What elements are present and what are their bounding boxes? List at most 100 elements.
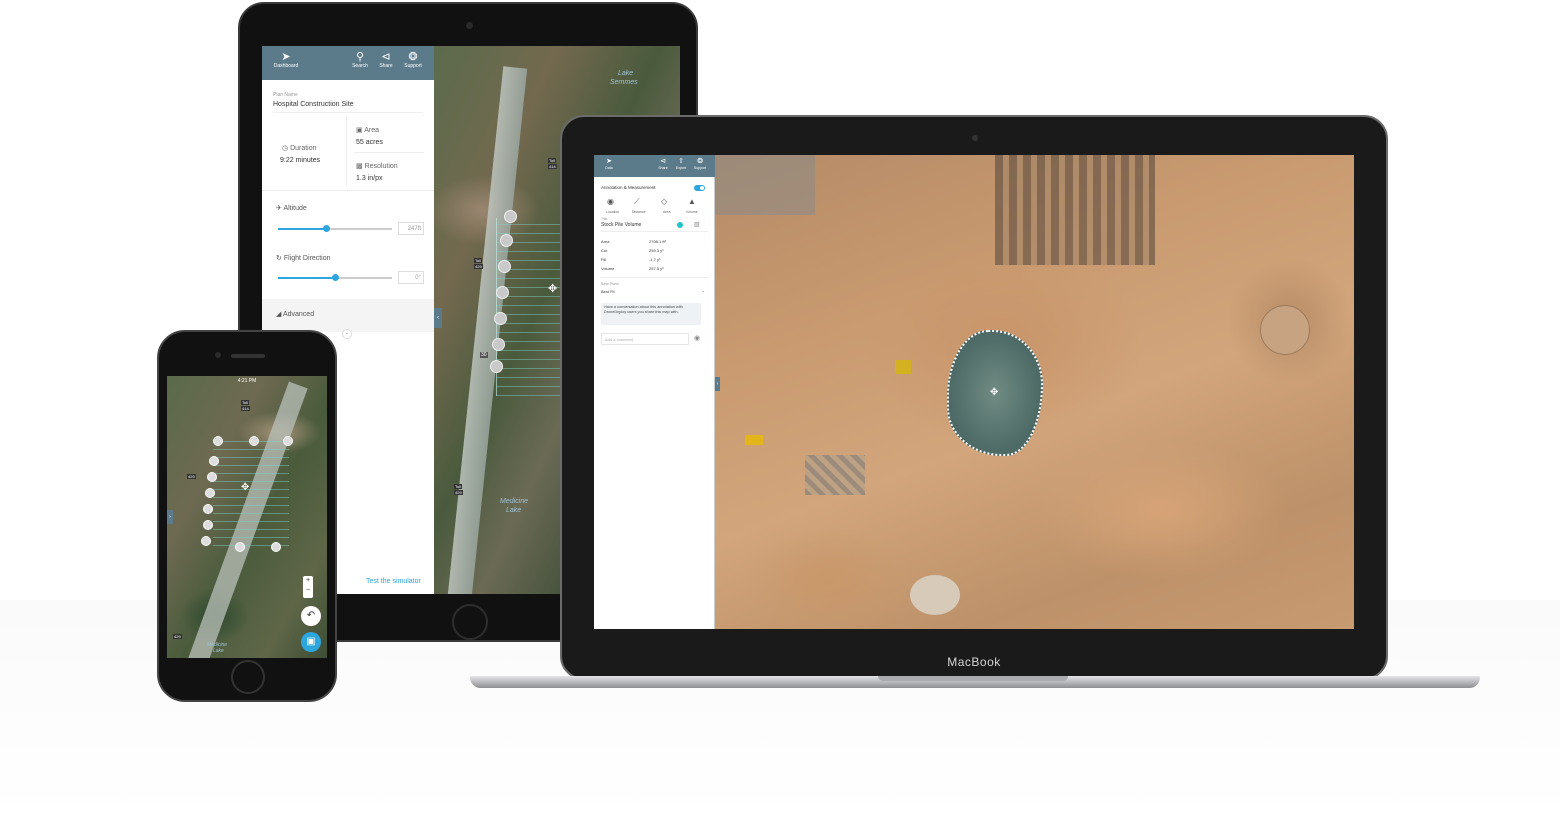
road-label: Toll (548, 158, 557, 163)
waypoint[interactable] (207, 472, 217, 482)
tablet-home-button[interactable] (452, 604, 488, 640)
waypoint[interactable] (496, 286, 509, 299)
annotation-panel: ➤ Data ⊲ Share ⇧ Export ❂ Support Annota… (594, 155, 715, 629)
laptop-camera (972, 135, 978, 141)
waypoint[interactable] (201, 536, 211, 546)
test-simulator-link[interactable]: Test the simulator (366, 578, 421, 585)
altitude-slider[interactable] (278, 225, 392, 232)
divider (601, 231, 708, 232)
back-button[interactable]: ➤ Data (602, 158, 616, 170)
image-icon: ▣ (356, 127, 363, 134)
waypoint[interactable] (249, 436, 259, 446)
chevron-down-icon[interactable]: ⌄ (701, 288, 705, 294)
road-label: Toll (241, 400, 250, 405)
construction-site-map[interactable]: ✥ ‹ (715, 155, 1354, 629)
tool-label: Volume (686, 210, 698, 214)
pipe-stack (805, 455, 865, 495)
altitude-input[interactable]: 247ft (398, 222, 424, 235)
duration-label: Duration (290, 145, 317, 152)
save-button[interactable]: ▣ (301, 632, 321, 652)
export-button[interactable]: ⇧ Export (674, 158, 688, 170)
waypoint[interactable] (494, 312, 507, 325)
waypoint[interactable] (203, 520, 213, 530)
move-icon[interactable]: ✥ (548, 282, 557, 295)
comment-input[interactable]: Add a comment (601, 333, 689, 345)
share-button[interactable]: ⊲ Share (656, 158, 670, 170)
back-arrow-icon: ➤ (606, 158, 612, 165)
road-label: 30 (480, 352, 488, 358)
flight-direction-slider[interactable] (278, 274, 392, 281)
annotation-toggle[interactable] (694, 185, 705, 191)
altitude-label: Altitude (283, 205, 307, 212)
waypoint[interactable] (213, 436, 223, 446)
base-plane-select[interactable]: Best Fit (601, 289, 615, 294)
waypoint[interactable] (271, 542, 281, 552)
export-icon: ⇧ (678, 158, 684, 165)
undo-icon: ↶ (306, 610, 316, 621)
flight-direction-slider-knob[interactable] (332, 274, 339, 281)
road-label: 429 (454, 490, 463, 495)
support-icon: ❂ (697, 158, 703, 165)
road-label: 414 (548, 164, 557, 169)
phone-camera (215, 352, 221, 358)
measure-label: Area (601, 239, 610, 244)
phone-device: 4:21 PM ✥ Toll 414 429 429 Medicine Lake… (157, 330, 337, 702)
flight-grid[interactable] (213, 440, 289, 546)
divider (354, 152, 424, 153)
phone-satellite-map[interactable]: 4:21 PM ✥ Toll 414 429 429 Medicine Lake… (167, 376, 327, 658)
collapse-panel-button[interactable]: ‹ (715, 377, 720, 391)
zoom-in-button[interactable]: + (303, 576, 313, 586)
support-button[interactable]: ❂ Support (400, 51, 426, 70)
altitude-slider-fill (278, 228, 326, 230)
clock-icon: ◷ (282, 145, 289, 152)
altitude-slider-knob[interactable] (322, 225, 330, 232)
measure-label: Fill (601, 257, 607, 262)
road-label: 414 (241, 406, 250, 411)
distance-icon[interactable]: ⟋ (634, 197, 640, 207)
conversation-note: Have a conversation about this annotatio… (601, 303, 701, 325)
move-icon[interactable]: ✥ (241, 482, 249, 493)
map-label: Medicine (500, 498, 529, 505)
waypoint[interactable] (504, 210, 517, 223)
camera-icon[interactable]: ◉ (694, 334, 700, 342)
chevron-down-icon[interactable]: ⌄ (342, 329, 352, 339)
collapse-panel-button[interactable]: ‹ (434, 308, 442, 328)
waypoint[interactable] (209, 456, 219, 466)
move-icon[interactable]: ✥ (990, 387, 998, 398)
title-field[interactable]: Stock Pile Volume (601, 222, 641, 228)
waypoint[interactable] (205, 488, 215, 498)
phone-home-button[interactable] (231, 660, 265, 694)
volume-icon[interactable]: ▲ (688, 197, 696, 206)
duration-row: ◷ Duration (282, 144, 317, 152)
share-button[interactable]: ⊲ Share (376, 52, 396, 70)
tool-label: Area (663, 210, 671, 214)
expand-panel-button[interactable]: › (167, 510, 173, 524)
waypoint[interactable] (203, 504, 213, 514)
search-label: Search (352, 63, 368, 69)
support-icon: ❂ (408, 51, 418, 63)
color-swatch[interactable] (677, 222, 683, 228)
search-button[interactable]: ⚲ Search (350, 52, 370, 70)
trash-icon[interactable]: ▧ (694, 221, 700, 228)
flight-direction-input[interactable]: 0° (398, 271, 424, 284)
waypoint[interactable] (492, 338, 505, 351)
undo-button[interactable]: ↶ (301, 606, 321, 626)
support-button[interactable]: ❂ Support (692, 158, 708, 170)
duration-value: 9:22 minutes (280, 157, 321, 164)
waypoint[interactable] (283, 436, 293, 446)
waypoint[interactable] (498, 260, 511, 273)
waypoint[interactable] (490, 360, 503, 373)
measure-value: 257.5 y³ (649, 266, 664, 271)
plan-name-field[interactable]: Hospital Construction Site (273, 101, 354, 108)
waypoint[interactable] (500, 234, 513, 247)
divider (601, 277, 708, 278)
location-icon[interactable]: ◉ (607, 197, 614, 206)
measure-label: Volume (601, 266, 615, 271)
waypoint[interactable] (235, 542, 245, 552)
advanced-toggle[interactable]: ◢ Advanced (276, 310, 314, 318)
dashboard-button[interactable]: ➤ Dashboard (272, 52, 300, 70)
zoom-out-button[interactable]: − (303, 586, 313, 596)
area-icon[interactable]: ◇ (661, 197, 667, 206)
resolution-label: Resolution (364, 163, 398, 170)
road-label: Toll (474, 258, 483, 263)
